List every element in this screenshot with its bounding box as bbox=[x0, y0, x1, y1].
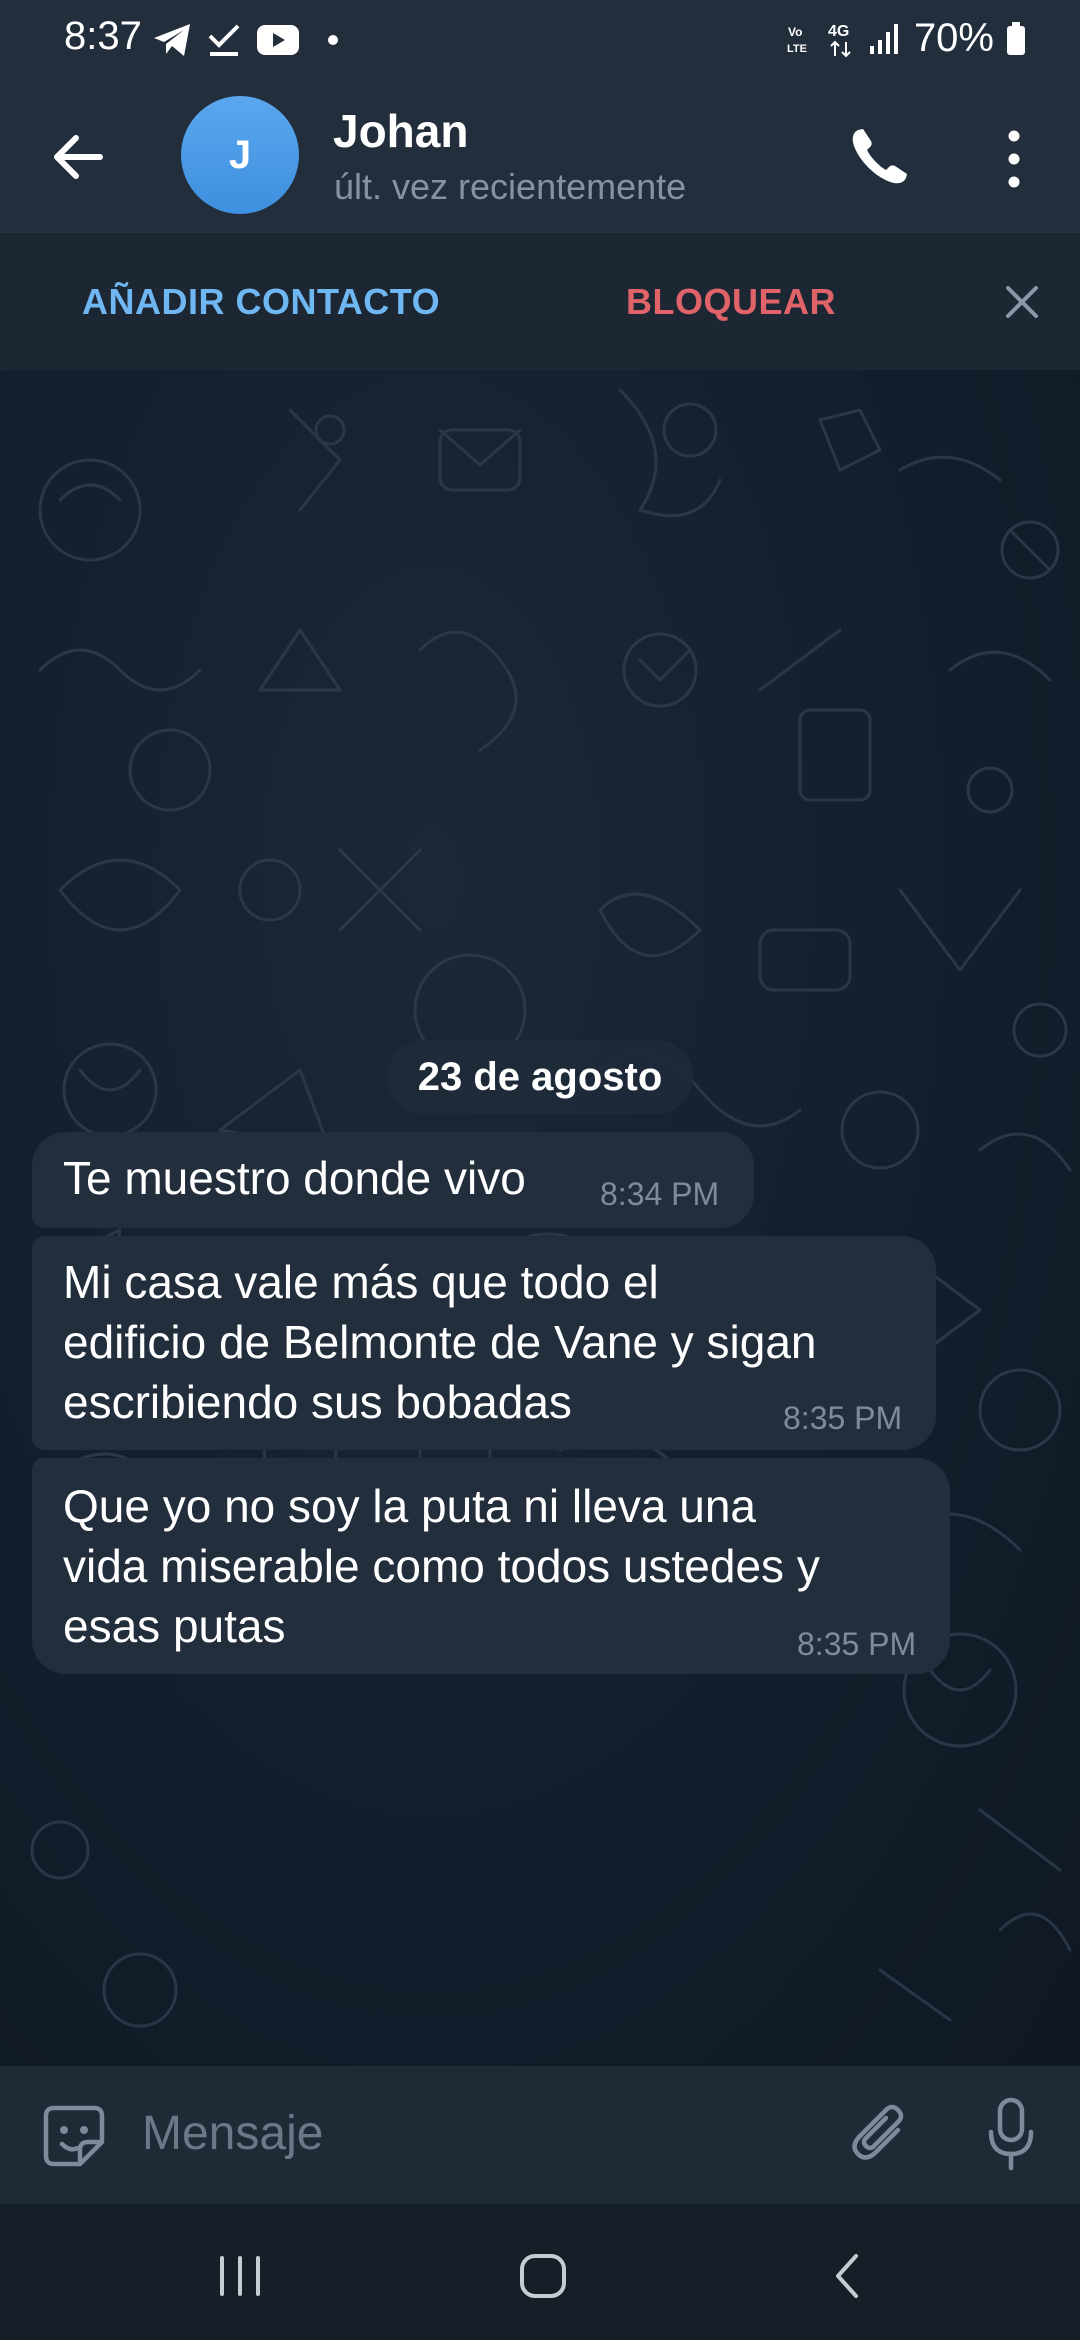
svg-text:LTE: LTE bbox=[787, 43, 807, 55]
youtube-icon bbox=[257, 25, 299, 55]
message-text: Te muestro donde vivo bbox=[63, 1152, 526, 1204]
network-4g-icon: 4G bbox=[828, 23, 851, 57]
avatar[interactable]: J bbox=[181, 96, 299, 214]
svg-text:4G: 4G bbox=[828, 23, 849, 40]
message-text: Que yo no soy la puta ni lleva una vida … bbox=[63, 1480, 820, 1652]
phone-icon[interactable] bbox=[846, 124, 912, 190]
block-button[interactable]: BLOQUEAR bbox=[626, 281, 836, 323]
message-input[interactable]: Mensaje bbox=[142, 2106, 323, 2161]
date-separator: 23 de agosto bbox=[387, 1040, 693, 1114]
volte-icon: Vo LTE bbox=[787, 25, 807, 55]
chat-header: J Johan últ. vez recientemente bbox=[0, 84, 1080, 234]
status-notification-icons bbox=[152, 22, 338, 58]
arrow-left-icon[interactable] bbox=[44, 122, 114, 192]
notification-dot bbox=[328, 35, 338, 45]
contact-action-bar: AÑADIR CONTACTO BLOQUEAR bbox=[0, 234, 1080, 371]
microphone-icon[interactable] bbox=[986, 2096, 1036, 2172]
battery-icon bbox=[1007, 21, 1025, 55]
contact-name[interactable]: Johan bbox=[333, 104, 468, 158]
close-icon[interactable] bbox=[1000, 280, 1044, 324]
system-nav-bar bbox=[0, 2204, 1080, 2340]
signal-icon bbox=[869, 23, 898, 54]
home-icon[interactable] bbox=[518, 2252, 568, 2300]
message-bubble[interactable]: Te muestro donde vivo 8:34 PM bbox=[32, 1132, 754, 1228]
recent-apps-icon[interactable] bbox=[216, 2256, 264, 2296]
chat-area[interactable]: 23 de agosto Te muestro donde vivo 8:34 … bbox=[0, 370, 1080, 2066]
message-bubble[interactable]: Mi casa vale más que todo el edificio de… bbox=[32, 1236, 936, 1450]
status-time: 8:37 bbox=[64, 14, 142, 58]
message-time: 8:35 PM bbox=[783, 1400, 903, 1436]
contact-status: últ. vez recientemente bbox=[334, 166, 687, 207]
message-time: 8:34 PM bbox=[600, 1176, 720, 1212]
more-vertical-icon[interactable] bbox=[996, 126, 1032, 192]
message-time: 8:35 PM bbox=[797, 1626, 917, 1662]
sticker-icon[interactable] bbox=[40, 2102, 108, 2170]
telegram-icon bbox=[154, 24, 190, 56]
status-bar: 8:37 Vo LTE 4G 70% bbox=[0, 0, 1080, 84]
check-icon bbox=[208, 24, 240, 56]
svg-text:Vo: Vo bbox=[788, 25, 802, 39]
message-text: Mi casa vale más que todo el edificio de… bbox=[63, 1256, 817, 1428]
battery-percent: 70% bbox=[913, 16, 994, 60]
back-icon[interactable] bbox=[832, 2252, 862, 2300]
message-composer: Mensaje bbox=[0, 2066, 1080, 2204]
add-contact-button[interactable]: AÑADIR CONTACTO bbox=[82, 281, 440, 323]
message-bubble[interactable]: Que yo no soy la puta ni lleva una vida … bbox=[32, 1458, 950, 1674]
status-system-icons: Vo LTE 4G 70% bbox=[786, 16, 1026, 61]
paperclip-icon[interactable] bbox=[846, 2100, 912, 2170]
